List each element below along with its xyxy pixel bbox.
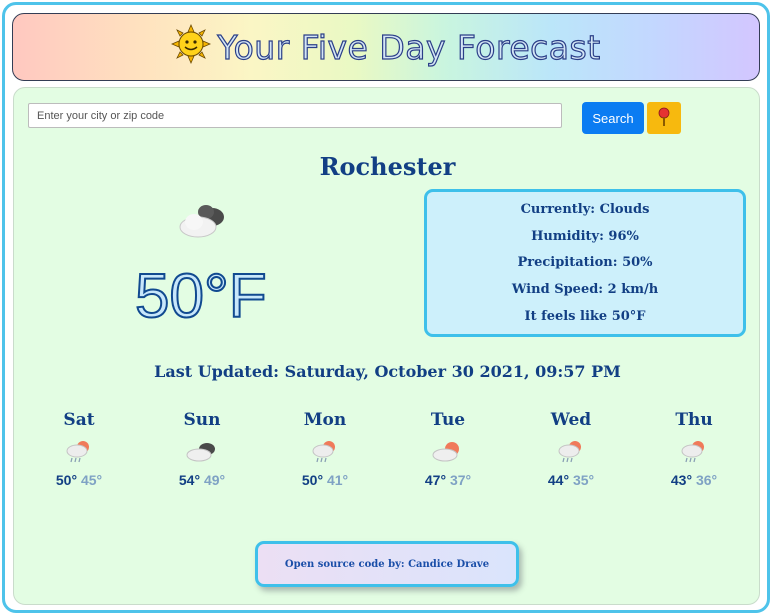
page-title: Your Five Day Forecast <box>217 27 601 67</box>
day-low: 49° <box>203 472 226 488</box>
conditions-text: Currently: Clouds <box>520 201 650 217</box>
app-header: Your Five Day Forecast <box>12 13 760 81</box>
day-name: Sun <box>183 410 221 430</box>
forecast-day: Tue 47° 37° <box>403 410 493 488</box>
search-button[interactable]: Search <box>582 102 644 134</box>
cloud-icon <box>157 432 247 472</box>
day-name: Mon <box>303 410 347 430</box>
current-details: Currently: Clouds Humidity: 96% Precipit… <box>424 189 746 337</box>
cloud-icon <box>176 202 230 246</box>
day-name: Wed <box>550 410 592 430</box>
humidity-text: Humidity: 96% <box>531 228 639 244</box>
rain-cloud-icon <box>526 432 616 472</box>
sun-face-icon <box>171 23 212 70</box>
forecast-day: Sat 50° 45° <box>34 410 124 488</box>
day-high: 50° <box>55 472 78 488</box>
day-high: 47° <box>424 472 447 488</box>
forecast-day: Mon 50° 41° <box>280 410 370 488</box>
last-updated: Last Updated: Saturday, October 30 2021,… <box>154 362 621 381</box>
day-low: 37° <box>449 472 472 488</box>
day-high: 43° <box>670 472 693 488</box>
day-high: 54° <box>178 472 201 488</box>
feels-like-text: It feels like 50°F <box>524 309 646 325</box>
day-low: 35° <box>572 472 595 488</box>
current-temperature: 50°F <box>134 262 268 331</box>
day-low: 41° <box>326 472 349 488</box>
forecast-day: Wed 44° 35° <box>526 410 616 488</box>
city-name: Rochester <box>319 152 456 181</box>
rain-cloud-icon <box>280 432 370 472</box>
day-name: Tue <box>430 410 466 430</box>
day-low: 36° <box>695 472 718 488</box>
day-high: 44° <box>547 472 570 488</box>
forecast-day: Sun 54° 49° <box>157 410 247 488</box>
wind-speed-text: Wind Speed: 2 km/h <box>511 282 659 298</box>
partly-cloudy-icon <box>403 432 493 472</box>
location-button[interactable] <box>647 102 681 134</box>
day-name: Sat <box>63 410 95 430</box>
rain-cloud-icon <box>34 432 124 472</box>
source-code-link[interactable]: Open source code by: Candice Drave <box>255 541 519 587</box>
rain-cloud-icon <box>649 432 739 472</box>
search-input[interactable] <box>28 103 562 128</box>
day-low: 45° <box>80 472 103 488</box>
precipitation-text: Precipitation: 50% <box>517 255 653 271</box>
forecast-panel: Search Rochester 50°F Currently: Clouds … <box>13 87 760 605</box>
map-pin-icon <box>657 107 671 130</box>
day-name: Thu <box>675 410 713 430</box>
forecast-day: Thu 43° 36° <box>649 410 739 488</box>
day-high: 50° <box>301 472 324 488</box>
